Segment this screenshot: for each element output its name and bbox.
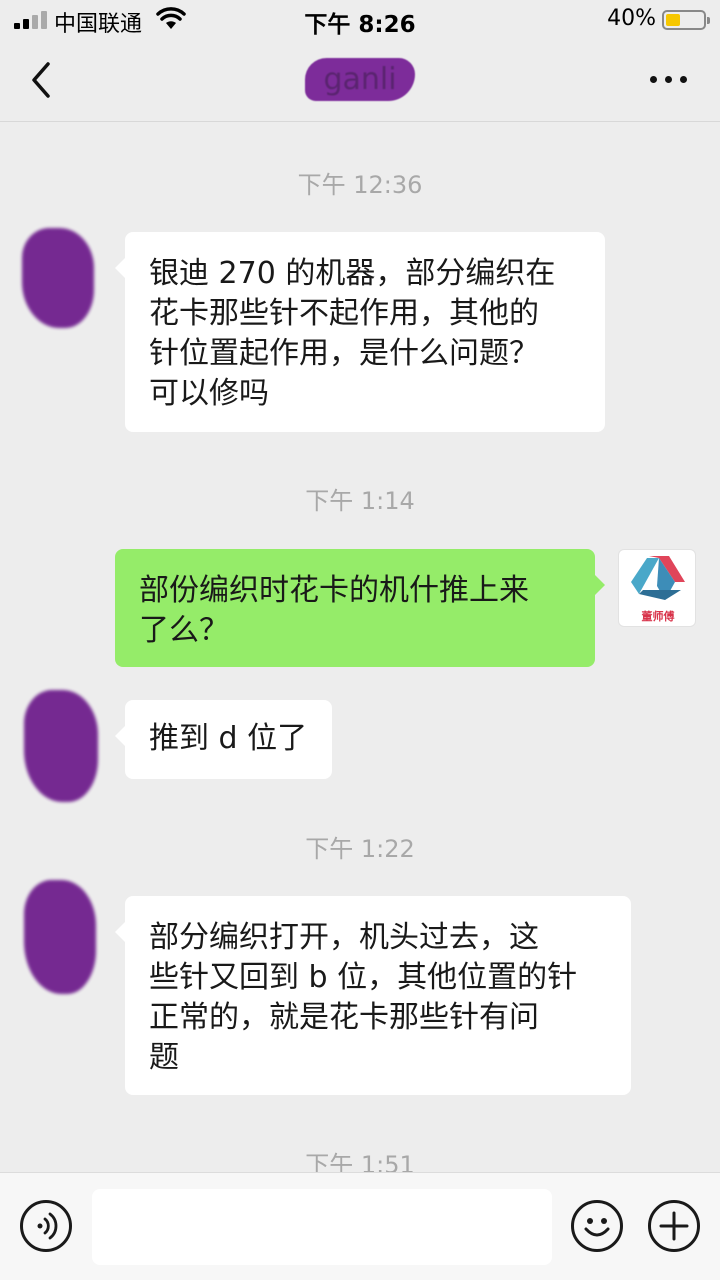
message-timestamp: 下午 12:36 bbox=[297, 171, 423, 199]
voice-button[interactable] bbox=[20, 1200, 72, 1252]
chat-title[interactable]: ganli bbox=[305, 58, 415, 101]
message-line: 花卡那些针不起作用，其他的 bbox=[149, 296, 539, 331]
message-line: 可以修吗 bbox=[149, 376, 269, 411]
contact-avatar[interactable] bbox=[24, 690, 98, 802]
message-line: 些针又回到 b 位，其他位置的针 bbox=[149, 960, 578, 995]
more-options-button[interactable] bbox=[650, 74, 690, 86]
avatar-label: 董师傅 bbox=[641, 610, 675, 623]
battery-percent: 40% bbox=[607, 6, 656, 31]
more-actions-button[interactable] bbox=[648, 1200, 700, 1252]
battery-icon bbox=[662, 10, 710, 30]
message-line: 题 bbox=[149, 1040, 179, 1075]
ellipsis-icon bbox=[650, 76, 657, 83]
message-line: 了么？ bbox=[139, 613, 229, 648]
outgoing-message[interactable]: 部份编织时花卡的机什推上来 了么？ bbox=[115, 549, 605, 667]
voice-icon bbox=[37, 1212, 58, 1240]
message-timestamp: 下午 1:14 bbox=[305, 487, 415, 515]
message-line: 推到 d 位了 bbox=[149, 721, 308, 756]
message-line: 正常的，就是花卡那些针有问 bbox=[149, 1000, 539, 1035]
contact-avatar[interactable] bbox=[22, 228, 94, 328]
contact-avatar[interactable] bbox=[24, 880, 96, 994]
message-line: 部分编织打开，机头过去，这 bbox=[149, 920, 539, 955]
my-avatar[interactable]: 董师傅 bbox=[618, 549, 696, 627]
status-bar: 中国联通 下午 8:26 40% bbox=[0, 0, 720, 40]
message-line: 针位置起作用，是什么问题？ bbox=[149, 336, 539, 371]
chat-header: ganli bbox=[0, 40, 720, 122]
app-logo-icon bbox=[631, 556, 685, 600]
incoming-message[interactable]: 银迪 270 的机器，部分编织在 花卡那些针不起作用，其他的 针位置起作用，是什… bbox=[115, 232, 605, 432]
input-bar bbox=[0, 1172, 720, 1280]
message-line: 部份编织时花卡的机什推上来 bbox=[139, 573, 529, 608]
emoji-button[interactable] bbox=[571, 1200, 623, 1252]
plus-icon bbox=[659, 1211, 689, 1241]
incoming-message[interactable]: 部分编织打开，机头过去，这 些针又回到 b 位，其他位置的针 正常的，就是花卡那… bbox=[115, 896, 631, 1095]
emoji-icon bbox=[584, 1218, 610, 1237]
message-input[interactable] bbox=[92, 1189, 552, 1265]
incoming-message[interactable]: 推到 d 位了 bbox=[115, 700, 332, 779]
message-timestamp: 下午 1:22 bbox=[305, 835, 415, 863]
message-line: 银迪 270 的机器，部分编织在 bbox=[149, 256, 556, 291]
